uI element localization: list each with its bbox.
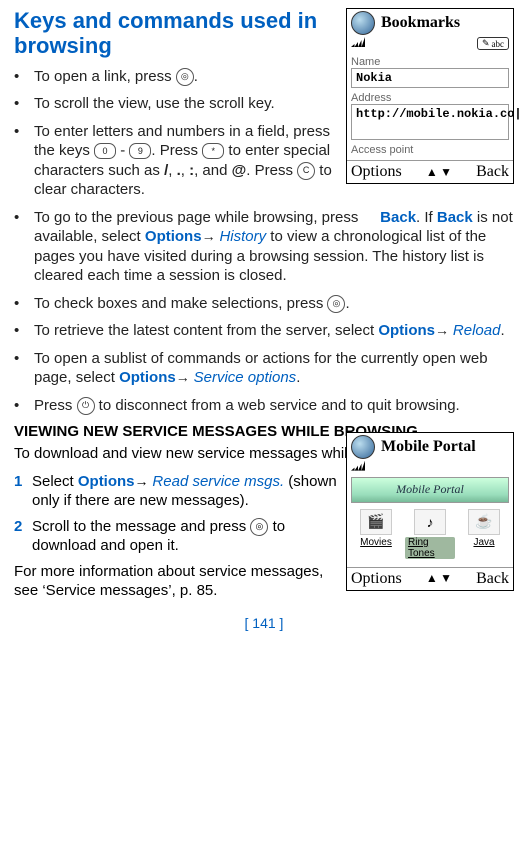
phone-softkeys: Options ▲ ▼ Back xyxy=(347,567,513,590)
phone-bookmarks-screenshot: Bookmarks ✎abc Name Nokia Address http:/… xyxy=(346,8,514,184)
softkey-left: Options xyxy=(351,570,402,588)
step-2: 2 Scroll to the message and press ◎ to d… xyxy=(14,517,344,556)
phone-portal-screenshot: Mobile Portal Mobile Portal 🎬 Movies ♪ R… xyxy=(346,432,514,591)
options-label: Options xyxy=(378,322,435,339)
field-label-name: Name xyxy=(351,56,509,68)
field-value-address: http://mobile.nokia.co| xyxy=(351,104,509,140)
bullet-service-options: • To open a sublist of commands or actio… xyxy=(14,349,514,388)
key-star-icon: * xyxy=(202,143,224,159)
scroll-key-icon: ◎ xyxy=(250,518,268,536)
portal-grid: 🎬 Movies ♪ Ring Tones ☕ Java xyxy=(347,507,513,563)
movies-icon: 🎬 xyxy=(360,509,392,535)
step-1: 1 Select Options→ Read service msgs. (sh… xyxy=(14,472,344,511)
bullet-back-history: • To go to the previous page while brows… xyxy=(14,208,514,286)
key-0-icon: 0 xyxy=(94,143,116,159)
phone-titlebar: Mobile Portal xyxy=(347,433,513,461)
field-label-address: Address xyxy=(351,92,509,104)
key-9-icon: 9 xyxy=(129,143,151,159)
page-number: [ 141 ] xyxy=(14,615,514,631)
portal-banner: Mobile Portal xyxy=(351,477,509,503)
arrow-icon: → xyxy=(135,473,153,489)
signal-icon xyxy=(351,37,365,47)
bullet-disconnect: • Press ⏻ to disconnect from a web servi… xyxy=(14,396,514,416)
bullet-open-link: • To open a link, press ◎. xyxy=(14,67,344,87)
options-label: Options xyxy=(78,473,135,490)
phone-softkeys: Options ▲ ▼ Back xyxy=(347,160,513,183)
signal-icon xyxy=(351,461,365,471)
portal-item-movies: 🎬 Movies xyxy=(351,509,401,559)
field-label-accesspoint: Access point xyxy=(351,144,509,156)
globe-icon xyxy=(351,11,375,35)
softkey-left: Options xyxy=(351,163,402,181)
reload-label: Reload xyxy=(453,322,501,339)
scroll-key-icon: ◎ xyxy=(327,295,345,313)
options-label: Options xyxy=(119,369,176,386)
more-info: For more information about service messa… xyxy=(14,562,344,601)
portal-item-java: ☕ Java xyxy=(459,509,509,559)
page: Bookmarks ✎abc Name Nokia Address http:/… xyxy=(0,0,528,631)
options-label: Options xyxy=(145,228,202,245)
arrow-icon: → xyxy=(202,228,220,244)
softkey-right: Back xyxy=(476,163,509,181)
phone-title: Mobile Portal xyxy=(381,438,476,456)
arrow-icon: → xyxy=(176,369,194,385)
scroll-key-icon: ◎ xyxy=(176,68,194,86)
phone-indicators: ✎abc xyxy=(347,37,513,52)
field-value-name: Nokia xyxy=(351,68,509,88)
read-service-msgs-label: Read service msgs. xyxy=(152,473,284,490)
phone-indicators xyxy=(347,461,513,473)
history-label: History xyxy=(219,228,266,245)
bullet-reload: • To retrieve the latest content from th… xyxy=(14,321,514,341)
phone-fields: Name Nokia Address http://mobile.nokia.c… xyxy=(347,56,513,156)
softkey-right: Back xyxy=(476,570,509,588)
globe-icon xyxy=(351,435,375,459)
bullet-enter-letters: • To enter letters and numbers in a fiel… xyxy=(14,122,344,200)
back-label: Back xyxy=(380,209,416,226)
softkey-mid-icon: ▲ ▼ xyxy=(426,165,452,180)
service-options-label: Service options xyxy=(194,369,297,386)
phone-title: Bookmarks xyxy=(381,14,460,32)
portal-item-ringtones: ♪ Ring Tones xyxy=(405,509,455,559)
arrow-icon: → xyxy=(435,322,453,338)
key-clear-icon: C xyxy=(297,162,315,180)
input-mode-indicator: ✎abc xyxy=(477,37,509,50)
phone-titlebar: Bookmarks xyxy=(347,9,513,37)
section-heading: Keys and commands used in browsing xyxy=(14,8,344,59)
ringtones-icon: ♪ xyxy=(414,509,446,535)
bullet-scroll: • To scroll the view, use the scroll key… xyxy=(14,94,344,114)
bullet-checkboxes: • To check boxes and make selections, pr… xyxy=(14,294,514,314)
softkey-mid-icon: ▲ ▼ xyxy=(426,571,452,586)
end-key-icon: ⏻ xyxy=(77,397,95,415)
java-icon: ☕ xyxy=(468,509,500,535)
